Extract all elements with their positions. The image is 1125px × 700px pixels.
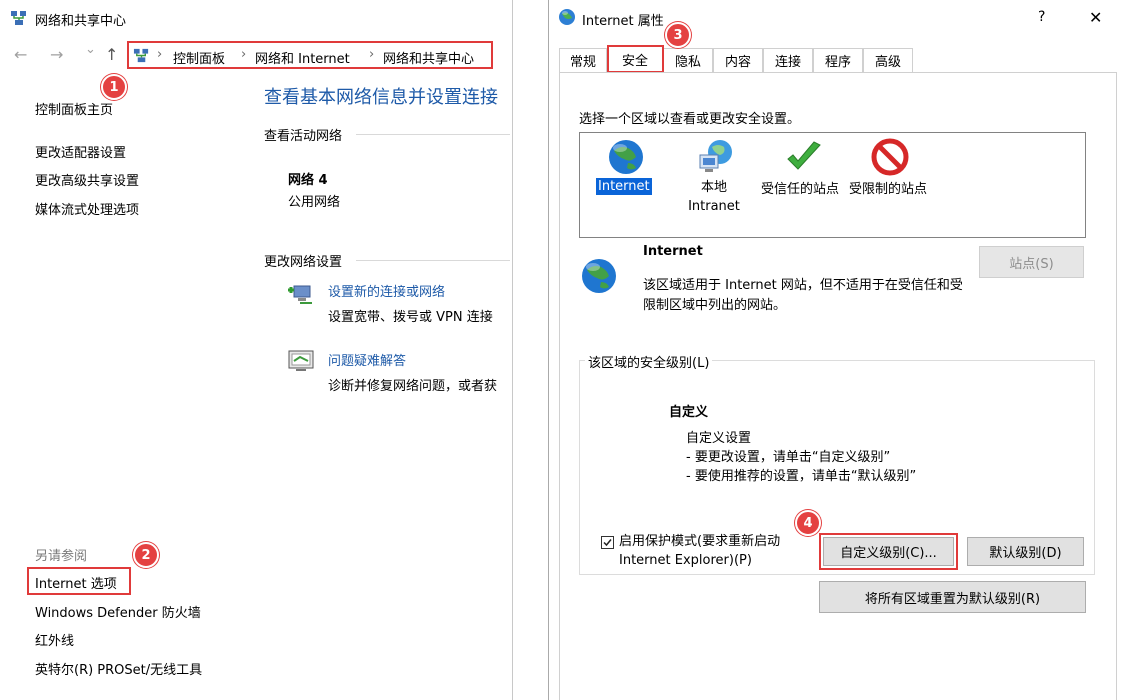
divider	[356, 260, 510, 261]
protected-mode-checkbox[interactable]	[601, 536, 614, 549]
breadcrumb-separator: ›	[241, 47, 247, 62]
level-title: 自定义	[669, 405, 709, 420]
level-desc-line-1: 自定义设置	[686, 431, 752, 446]
tab-content[interactable]: 内容	[713, 48, 763, 72]
breadcrumb-separator: ›	[369, 47, 375, 62]
sidebar-item-control-panel-home[interactable]: 控制面板主页	[35, 99, 113, 118]
breadcrumb-item-control-panel[interactable]: 控制面板	[173, 48, 225, 67]
zone-internet-label[interactable]: Internet	[596, 178, 652, 195]
see-also-internet-options[interactable]: Internet 选项	[35, 573, 117, 592]
zone-prompt: 选择一个区域以查看或更改安全设置。	[579, 112, 801, 127]
zone-list[interactable]: Internet 本地 Intranet 受信任的站点 受限制的站点	[579, 132, 1086, 238]
zone-trusted-label[interactable]: 受信任的站点	[761, 178, 839, 197]
breadcrumb[interactable]: › 控制面板 › 网络和 Internet › 网络和共享中心	[127, 41, 493, 69]
recent-dropdown-button[interactable]: ⌄	[85, 42, 96, 57]
annotation-badge-1: 1	[101, 74, 127, 100]
tab-advanced[interactable]: 高级	[863, 48, 913, 72]
window-title: 网络和共享中心	[35, 14, 127, 29]
sites-button[interactable]: 站点(S)	[979, 246, 1084, 278]
network-center-icon	[10, 9, 28, 27]
task-new-connection-desc: 设置宽带、拨号或 VPN 连接	[328, 310, 493, 325]
up-button[interactable]: ↑	[105, 45, 118, 64]
globe-icon[interactable]	[606, 137, 646, 177]
level-desc-line-2: - 要更改设置，请单击“自定义级别”	[686, 450, 891, 465]
see-also-label: 另请参阅	[35, 549, 88, 564]
annotation-badge-3: 3	[665, 22, 691, 48]
divider	[356, 134, 510, 135]
see-also-infrared[interactable]: 红外线	[35, 630, 74, 649]
close-icon[interactable]: ✕	[1089, 8, 1102, 27]
protected-mode-label[interactable]: 启用保护模式(要求重新启动 Internet Explorer)(P)	[619, 532, 780, 570]
network-type: 公用网络	[288, 195, 341, 210]
annotation-badge-4: 4	[795, 510, 821, 536]
tab-privacy[interactable]: 隐私	[663, 48, 713, 72]
tab-connections[interactable]: 连接	[763, 48, 813, 72]
main-content: 查看基本网络信息并设置连接 查看活动网络 网络 4 公用网络 更改网络设置 设置…	[260, 78, 510, 408]
back-button[interactable]: ←	[14, 45, 27, 64]
default-level-button[interactable]: 默认级别(D)	[967, 537, 1084, 566]
custom-level-button[interactable]: 自定义级别(C)...	[823, 537, 954, 566]
security-level-label: 该区域的安全级别(L)	[585, 352, 713, 371]
sidebar-item-advanced-sharing[interactable]: 更改高级共享设置	[35, 170, 139, 189]
breadcrumb-item-network-internet[interactable]: 网络和 Internet	[255, 48, 350, 67]
zone-globe-icon	[579, 256, 619, 296]
tab-general[interactable]: 常规	[559, 48, 607, 72]
check-icon[interactable]	[784, 139, 824, 177]
zone-intranet-label[interactable]: 本地 Intranet	[686, 178, 742, 216]
dialog-title: Internet 属性	[582, 14, 664, 29]
annotation-badge-2: 2	[133, 542, 159, 568]
page-title: 查看基本网络信息并设置连接	[264, 87, 498, 108]
ie-globe-icon	[558, 8, 576, 26]
task-troubleshoot-link[interactable]: 问题疑难解答	[328, 350, 406, 369]
task-new-connection-link[interactable]: 设置新的连接或网络	[328, 281, 445, 300]
network-name: 网络 4	[288, 173, 328, 188]
breadcrumb-network-icon	[133, 47, 150, 64]
breadcrumb-item-network-center[interactable]: 网络和共享中心	[383, 48, 474, 67]
sidebar-item-media-streaming[interactable]: 媒体流式处理选项	[35, 199, 139, 218]
change-settings-label: 更改网络设置	[264, 255, 343, 270]
see-also-windows-defender[interactable]: Windows Defender 防火墙	[35, 602, 201, 621]
zone-restricted-label[interactable]: 受限制的站点	[849, 178, 927, 197]
task-troubleshoot-desc: 诊断并修复网络问题，或者获	[328, 379, 498, 394]
zone-description: 该区域适用于 Internet 网站，但不适用于在受信任和受限制区域中列出的网站…	[643, 278, 963, 313]
new-connection-icon	[286, 280, 316, 308]
network-sharing-center-window: 网络和共享中心 ← → ⌄ ↑ › 控制面板 › 网络和 Internet › …	[0, 0, 513, 700]
forward-button[interactable]: →	[50, 45, 63, 64]
see-also-intel-proset[interactable]: 英特尔(R) PROSet/无线工具	[35, 659, 202, 678]
reset-all-zones-button[interactable]: 将所有区域重置为默认级别(R)	[819, 581, 1086, 613]
intranet-icon[interactable]	[696, 137, 736, 177]
active-networks-label: 查看活动网络	[264, 129, 343, 144]
internet-properties-dialog: Internet 属性 ? ✕ 常规 安全 隐私 内容 连接 程序 高级 3 选…	[548, 0, 1125, 700]
zone-title: Internet	[643, 244, 703, 259]
help-button[interactable]: ?	[1038, 9, 1045, 25]
troubleshoot-icon	[286, 348, 316, 374]
sidebar-item-adapter-settings[interactable]: 更改适配器设置	[35, 142, 126, 161]
security-tab-highlight	[607, 45, 664, 73]
restricted-icon[interactable]	[870, 137, 910, 177]
level-desc-line-3: - 要使用推荐的设置，请单击“默认级别”	[686, 469, 917, 484]
checkmark-icon	[603, 539, 612, 547]
breadcrumb-separator: ›	[157, 47, 163, 62]
tab-programs[interactable]: 程序	[813, 48, 863, 72]
